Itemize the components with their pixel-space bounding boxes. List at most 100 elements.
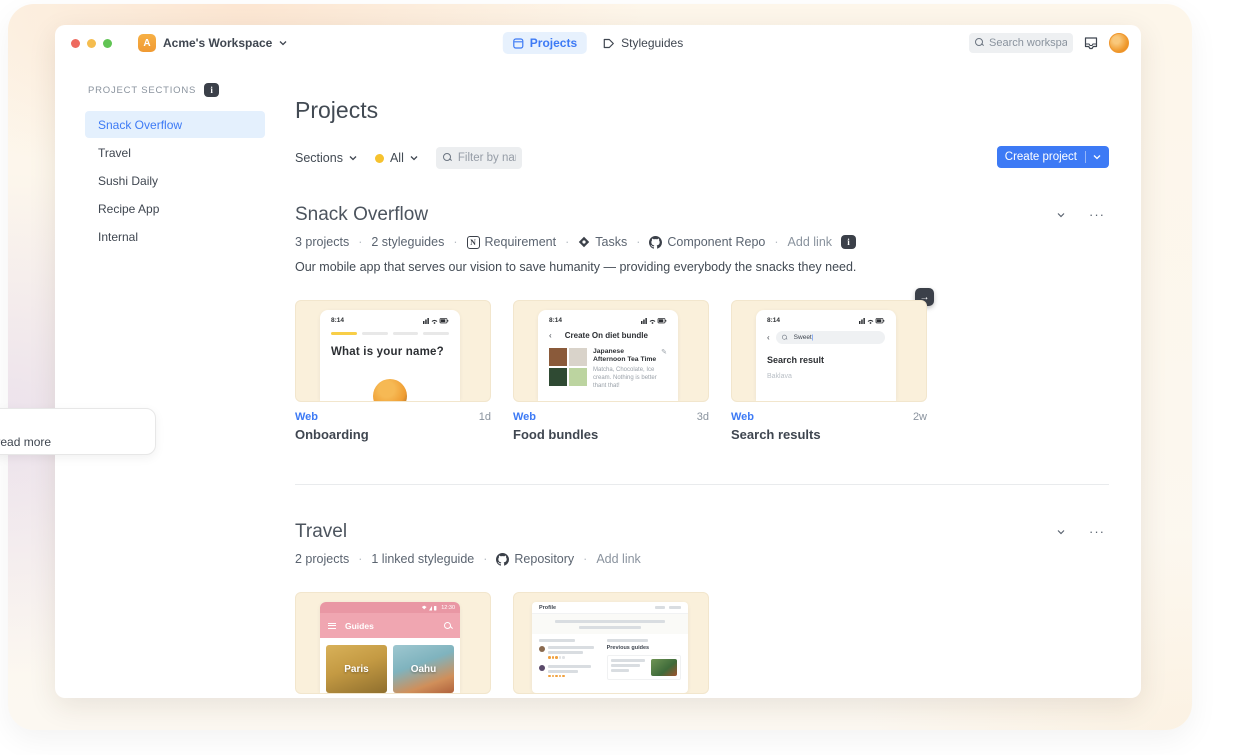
status-time: 8:14 <box>549 317 562 324</box>
sidebar-heading: PROJECT SECTIONS i <box>85 83 265 97</box>
add-link-info-badge[interactable]: i <box>841 235 856 249</box>
section-menu-icon[interactable]: ··· <box>1089 212 1105 218</box>
paris-photo: Paris <box>326 645 387 693</box>
github-icon <box>649 236 662 249</box>
sidebar-item-sushi-daily[interactable]: Sushi Daily <box>85 167 265 194</box>
oahu-label: Oahu <box>411 664 437 675</box>
tab-styleguides[interactable]: Styleguides <box>593 32 693 54</box>
phone-mock: 8:14 What is your name? <box>320 310 460 401</box>
food-photo-grid <box>549 348 587 390</box>
minimize-window-button[interactable] <box>87 39 96 48</box>
section-meta: 2 projects · 1 linked styleguide · Repos… <box>295 552 1109 566</box>
project-card-onboarding[interactable]: 8:14 What is your name? Web 1d Onboardin… <box>295 300 491 442</box>
project-count: 2 projects <box>295 552 349 566</box>
chevron-down-icon <box>1093 153 1101 161</box>
workspace-search-input[interactable] <box>969 33 1073 53</box>
onboarding-progress <box>331 332 449 335</box>
project-thumbnail: Profile <box>513 592 709 694</box>
search-result-item: Baklava <box>767 373 885 380</box>
section-header-travel: Travel ··· <box>295 521 1109 543</box>
sidebar-item-snack-overflow[interactable]: Snack Overflow <box>85 111 265 138</box>
section-title: Travel <box>295 521 1057 543</box>
component-repo-label: Component Repo <box>667 235 765 249</box>
chevron-down-icon <box>279 39 287 47</box>
section-title: Snack Overflow <box>295 204 1057 226</box>
button-divider <box>1085 151 1086 163</box>
create-project-button[interactable]: Create project <box>997 146 1109 168</box>
dot-separator: · <box>358 235 362 249</box>
section-menu-icon[interactable]: ··· <box>1089 529 1105 535</box>
profile-page-title: Profile <box>539 605 556 611</box>
android-status-time: 12:30 <box>441 605 455 611</box>
window-header: A Acme's Workspace Projects Styleguides <box>55 25 1141 61</box>
tab-projects-label: Projects <box>530 36 577 50</box>
inbox-icon[interactable] <box>1083 36 1099 51</box>
chevron-down-icon <box>349 154 357 162</box>
search-icon <box>444 622 452 630</box>
hamburger-menu-icon <box>328 623 336 629</box>
sidebar-item-internal[interactable]: Internal <box>85 223 265 250</box>
project-card-food-bundles[interactable]: 8:14 ‹ Create On diet bundle <box>513 300 709 442</box>
ios-status-icons <box>859 317 885 324</box>
app-window: A Acme's Workspace Projects Styleguides <box>55 25 1141 698</box>
android-mock: 12:30 Guides Paris Oahu <box>320 602 460 693</box>
project-card-guides[interactable]: 12:30 Guides Paris Oahu <box>295 592 491 698</box>
repository-label: Repository <box>514 552 574 566</box>
component-repo-link[interactable]: Component Repo <box>649 235 765 249</box>
project-age: 1d <box>479 411 491 423</box>
sections-filter-dropdown[interactable]: Sections <box>295 151 357 165</box>
add-link-button[interactable]: Add link <box>596 552 640 566</box>
guides-app-title: Guides <box>345 621 435 631</box>
edit-pencil-icon: ✎ <box>661 348 667 356</box>
search-result-heading: Search result <box>767 355 885 365</box>
requirement-label: Requirement <box>485 235 557 249</box>
add-link-button[interactable]: Add link <box>788 235 832 249</box>
page-title: Projects <box>295 97 1109 124</box>
project-name: Search results <box>731 427 927 442</box>
project-card-profile[interactable]: Profile <box>513 592 709 698</box>
filter-search-icon <box>443 153 452 162</box>
clipped-tooltip: website, read more <box>0 408 156 455</box>
search-field-mock: Sweet| <box>776 331 885 344</box>
tasks-link[interactable]: Tasks <box>578 235 627 249</box>
paris-label: Paris <box>344 664 368 675</box>
project-cards-row: 12:30 Guides Paris Oahu <box>295 592 1109 698</box>
status-filter-label: All <box>390 151 404 165</box>
status-filter-dropdown[interactable]: All <box>375 151 418 165</box>
sidebar-item-recipe-app[interactable]: Recipe App <box>85 195 265 222</box>
main-content: Projects Sections All Create project <box>295 61 1109 698</box>
close-window-button[interactable] <box>71 39 80 48</box>
status-time: 8:14 <box>767 317 780 324</box>
section-description: Our mobile app that serves our vision to… <box>295 260 1109 274</box>
project-thumbnail: 8:14 ‹ Create On diet bundle <box>513 300 709 402</box>
project-thumbnail: 8:14 ‹ Sweet| Search result Baklava <box>731 300 927 402</box>
repository-link[interactable]: Repository <box>496 552 574 566</box>
collapse-section-icon[interactable] <box>1057 528 1065 536</box>
project-card-search-results[interactable]: → 8:14 ‹ Sweet| <box>731 300 927 442</box>
project-name: Onboarding <box>295 427 491 442</box>
requirement-link[interactable]: N Requirement <box>467 235 557 249</box>
project-name: Food bundles <box>513 427 709 442</box>
workspace-switcher[interactable]: A Acme's Workspace <box>138 34 287 52</box>
back-chevron-icon: ‹ <box>767 333 770 342</box>
user-avatar[interactable] <box>1109 33 1129 53</box>
guides-column: Previous guides <box>607 639 681 683</box>
onboarding-avatar-image <box>373 379 407 401</box>
collapse-section-icon[interactable] <box>1057 211 1065 219</box>
workspace-avatar: A <box>138 34 156 52</box>
sections-info-badge[interactable]: i <box>204 83 219 97</box>
food-item-title: Japanese Afternoon Tea Time <box>593 348 657 365</box>
tab-projects[interactable]: Projects <box>503 32 587 54</box>
chevron-down-icon <box>410 154 418 162</box>
ios-status-icons <box>641 317 667 324</box>
sidebar-item-travel[interactable]: Travel <box>85 139 265 166</box>
project-count: 3 projects <box>295 235 349 249</box>
traffic-lights <box>71 39 112 48</box>
status-time: 8:14 <box>331 317 344 324</box>
tooltip-text: website, read more <box>0 435 51 449</box>
main-tabs: Projects Styleguides <box>503 25 693 61</box>
food-screen-title: Create On diet bundle <box>552 331 661 340</box>
project-platform: Web <box>731 411 754 423</box>
zoom-window-button[interactable] <box>103 39 112 48</box>
styleguides-icon <box>603 38 615 49</box>
